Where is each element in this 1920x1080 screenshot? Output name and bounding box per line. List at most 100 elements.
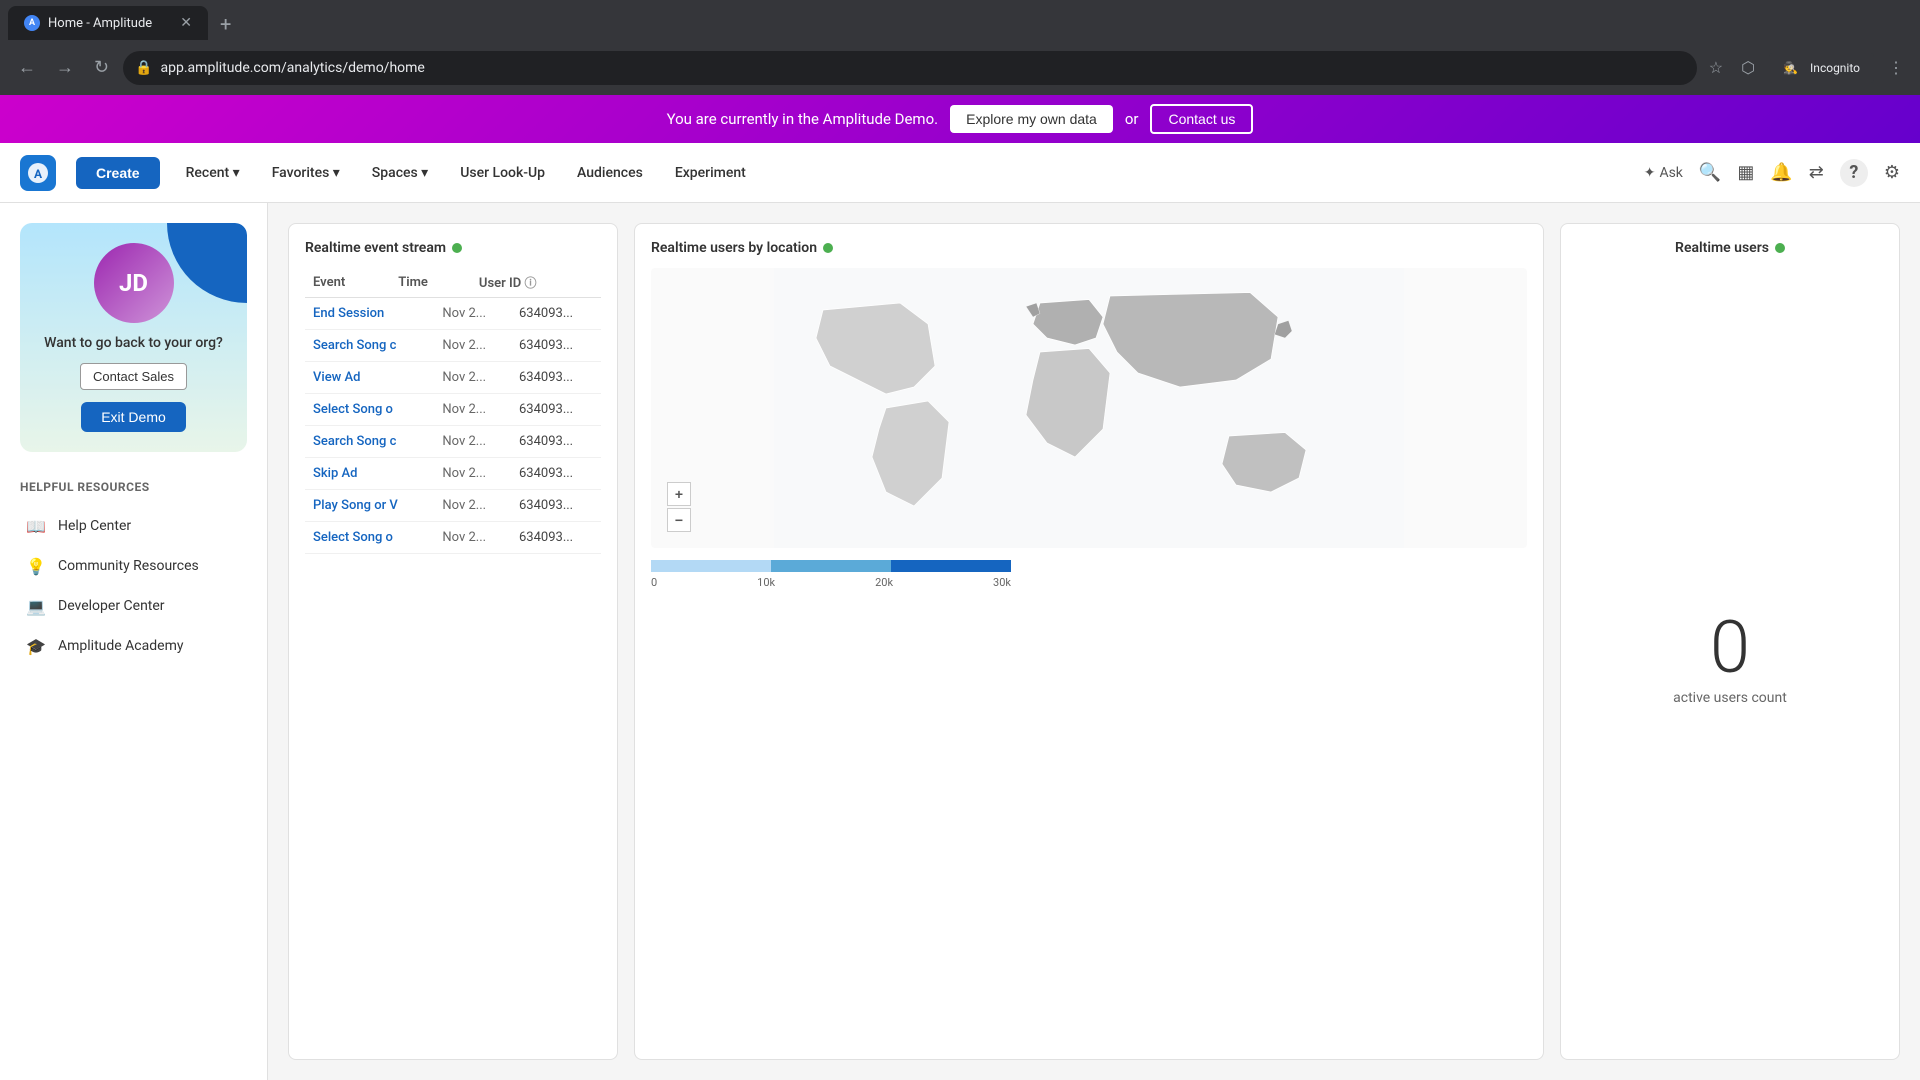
tab-bar: A Home - Amplitude ✕ + bbox=[0, 0, 1920, 40]
event-table-body: End Session Nov 2... 634093... Search So… bbox=[305, 298, 601, 554]
event-name-cell[interactable]: Select Song o bbox=[305, 522, 434, 554]
star-icon[interactable]: ☆ bbox=[1705, 54, 1727, 81]
realtime-users-content: 0 active users count bbox=[1673, 268, 1787, 1043]
main-layout: JD Want to go back to your org? Contact … bbox=[0, 203, 1920, 1080]
browser-toolbar: ← → ↻ 🔒 app.amplitude.com/analytics/demo… bbox=[0, 40, 1920, 95]
event-table: Event Time User ID ⓘ bbox=[305, 268, 601, 298]
tab-close-button[interactable]: ✕ bbox=[180, 15, 192, 31]
col-event: Event bbox=[305, 268, 390, 298]
tab-title: Home - Amplitude bbox=[48, 16, 152, 31]
amplitude-academy-item[interactable]: 🎓 Amplitude Academy bbox=[20, 626, 247, 666]
help-center-label: Help Center bbox=[58, 518, 131, 534]
search-icon[interactable]: 🔍 bbox=[1699, 162, 1721, 183]
map-bar-light bbox=[651, 560, 771, 572]
demo-banner: You are currently in the Amplitude Demo.… bbox=[0, 95, 1920, 143]
zoom-in-button[interactable]: + bbox=[667, 482, 691, 506]
exit-demo-button[interactable]: Exit Demo bbox=[81, 402, 186, 432]
col-time: Time bbox=[390, 268, 471, 298]
map-bar-mid bbox=[771, 560, 891, 572]
reload-button[interactable]: ↻ bbox=[88, 53, 115, 82]
event-user-cell: 634093... bbox=[511, 330, 601, 362]
new-tab-button[interactable]: + bbox=[212, 8, 239, 40]
back-button[interactable]: ← bbox=[12, 53, 42, 82]
event-user-cell: 634093... bbox=[511, 522, 601, 554]
incognito-label: Incognito bbox=[1806, 57, 1864, 79]
event-table-scroll[interactable]: End Session Nov 2... 634093... Search So… bbox=[305, 298, 601, 554]
community-resources-item[interactable]: 💡 Community Resources bbox=[20, 546, 247, 586]
map-label-20k: 20k bbox=[875, 576, 893, 589]
table-row: End Session Nov 2... 634093... bbox=[305, 298, 601, 330]
help-center-item[interactable]: 📖 Help Center bbox=[20, 506, 247, 546]
address-bar[interactable]: app.amplitude.com/analytics/demo/home bbox=[161, 60, 1685, 76]
table-row: Search Song c Nov 2... 634093... bbox=[305, 426, 601, 458]
menu-icon[interactable]: ⋮ bbox=[1884, 54, 1908, 81]
users-count: 0 bbox=[1710, 605, 1750, 690]
event-user-cell: 634093... bbox=[511, 458, 601, 490]
map-legend: 0 10k 20k 30k bbox=[651, 560, 1527, 589]
event-time-cell: Nov 2... bbox=[434, 394, 511, 426]
nav-recent[interactable]: Recent ▾ bbox=[180, 161, 246, 185]
event-time-cell: Nov 2... bbox=[434, 490, 511, 522]
address-bar-container[interactable]: 🔒 app.amplitude.com/analytics/demo/home bbox=[123, 51, 1697, 85]
nav-spaces[interactable]: Spaces ▾ bbox=[366, 161, 434, 185]
nav-favorites[interactable]: Favorites ▾ bbox=[266, 161, 346, 185]
ask-button[interactable]: ✦ Ask bbox=[1644, 165, 1683, 181]
community-label: Community Resources bbox=[58, 558, 199, 574]
event-stream-label: Realtime event stream bbox=[305, 240, 446, 256]
ask-label: Ask bbox=[1659, 165, 1682, 181]
event-name-cell[interactable]: View Ad bbox=[305, 362, 434, 394]
heatmap-icon[interactable]: ▦ bbox=[1737, 162, 1754, 183]
create-button[interactable]: Create bbox=[76, 157, 160, 189]
contact-us-button[interactable]: Contact us bbox=[1150, 104, 1253, 134]
realtime-users-panel: Realtime users 0 active users count bbox=[1560, 223, 1900, 1060]
app-logo[interactable]: A bbox=[20, 155, 56, 191]
tab-favicon: A bbox=[24, 15, 40, 31]
event-user-cell: 634093... bbox=[511, 394, 601, 426]
world-map-svg bbox=[651, 268, 1527, 548]
event-name-cell[interactable]: Skip Ad bbox=[305, 458, 434, 490]
table-row: Select Song o Nov 2... 634093... bbox=[305, 394, 601, 426]
realtime-users-title: Realtime users bbox=[1675, 240, 1785, 256]
event-user-cell: 634093... bbox=[511, 298, 601, 330]
location-panel-title: Realtime users by location bbox=[651, 240, 1527, 256]
app-header: A Create Recent ▾ Favorites ▾ Spaces ▾ U… bbox=[0, 143, 1920, 203]
developer-center-item[interactable]: 💻 Developer Center bbox=[20, 586, 247, 626]
nav-user-lookup[interactable]: User Look-Up bbox=[454, 161, 551, 185]
event-name-cell[interactable]: Select Song o bbox=[305, 394, 434, 426]
event-time-cell: Nov 2... bbox=[434, 298, 511, 330]
nav-audiences[interactable]: Audiences bbox=[571, 161, 649, 185]
banner-message: You are currently in the Amplitude Demo. bbox=[667, 110, 939, 128]
nav-experiment[interactable]: Experiment bbox=[669, 161, 752, 185]
active-tab[interactable]: A Home - Amplitude ✕ bbox=[8, 6, 208, 40]
table-row: Search Song c Nov 2... 634093... bbox=[305, 330, 601, 362]
profile-bg-decoration bbox=[167, 223, 247, 303]
extensions-icon[interactable]: ⬡ bbox=[1737, 54, 1759, 81]
event-stream-status-dot bbox=[452, 243, 462, 253]
event-name-cell[interactable]: End Session bbox=[305, 298, 434, 330]
developer-icon: 💻 bbox=[24, 594, 48, 618]
table-row: Select Song o Nov 2... 634093... bbox=[305, 522, 601, 554]
event-stream-title: Realtime event stream bbox=[305, 240, 601, 256]
realtime-users-label: Realtime users bbox=[1675, 240, 1769, 256]
toolbar-actions: ☆ ⬡ 🕵 Incognito ⋮ bbox=[1705, 53, 1908, 83]
event-user-cell: 634093... bbox=[511, 362, 601, 394]
userid-info-icon[interactable]: ⓘ bbox=[525, 276, 537, 290]
bookmark-icon[interactable]: ⇄ bbox=[1809, 162, 1824, 183]
zoom-out-button[interactable]: − bbox=[667, 508, 691, 532]
help-icon[interactable]: ? bbox=[1840, 159, 1868, 187]
event-name-cell[interactable]: Search Song c bbox=[305, 426, 434, 458]
sidebar: JD Want to go back to your org? Contact … bbox=[0, 203, 268, 1080]
explore-own-data-button[interactable]: Explore my own data bbox=[950, 105, 1113, 133]
forward-button[interactable]: → bbox=[50, 53, 80, 82]
header-actions: ✦ Ask 🔍 ▦ 🔔 ⇄ ? ⚙ bbox=[1644, 159, 1900, 187]
bell-icon[interactable]: 🔔 bbox=[1770, 162, 1792, 183]
users-count-label: active users count bbox=[1673, 690, 1787, 706]
map-bar-dark bbox=[891, 560, 1011, 572]
event-name-cell[interactable]: Search Song c bbox=[305, 330, 434, 362]
incognito-icon: 🕵 bbox=[1779, 57, 1802, 79]
settings-icon[interactable]: ⚙ bbox=[1884, 162, 1900, 183]
content-area: Realtime event stream Event Time User ID… bbox=[268, 203, 1920, 1080]
event-name-cell[interactable]: Play Song or V bbox=[305, 490, 434, 522]
contact-sales-button[interactable]: Contact Sales bbox=[80, 363, 187, 390]
location-status-dot bbox=[823, 243, 833, 253]
